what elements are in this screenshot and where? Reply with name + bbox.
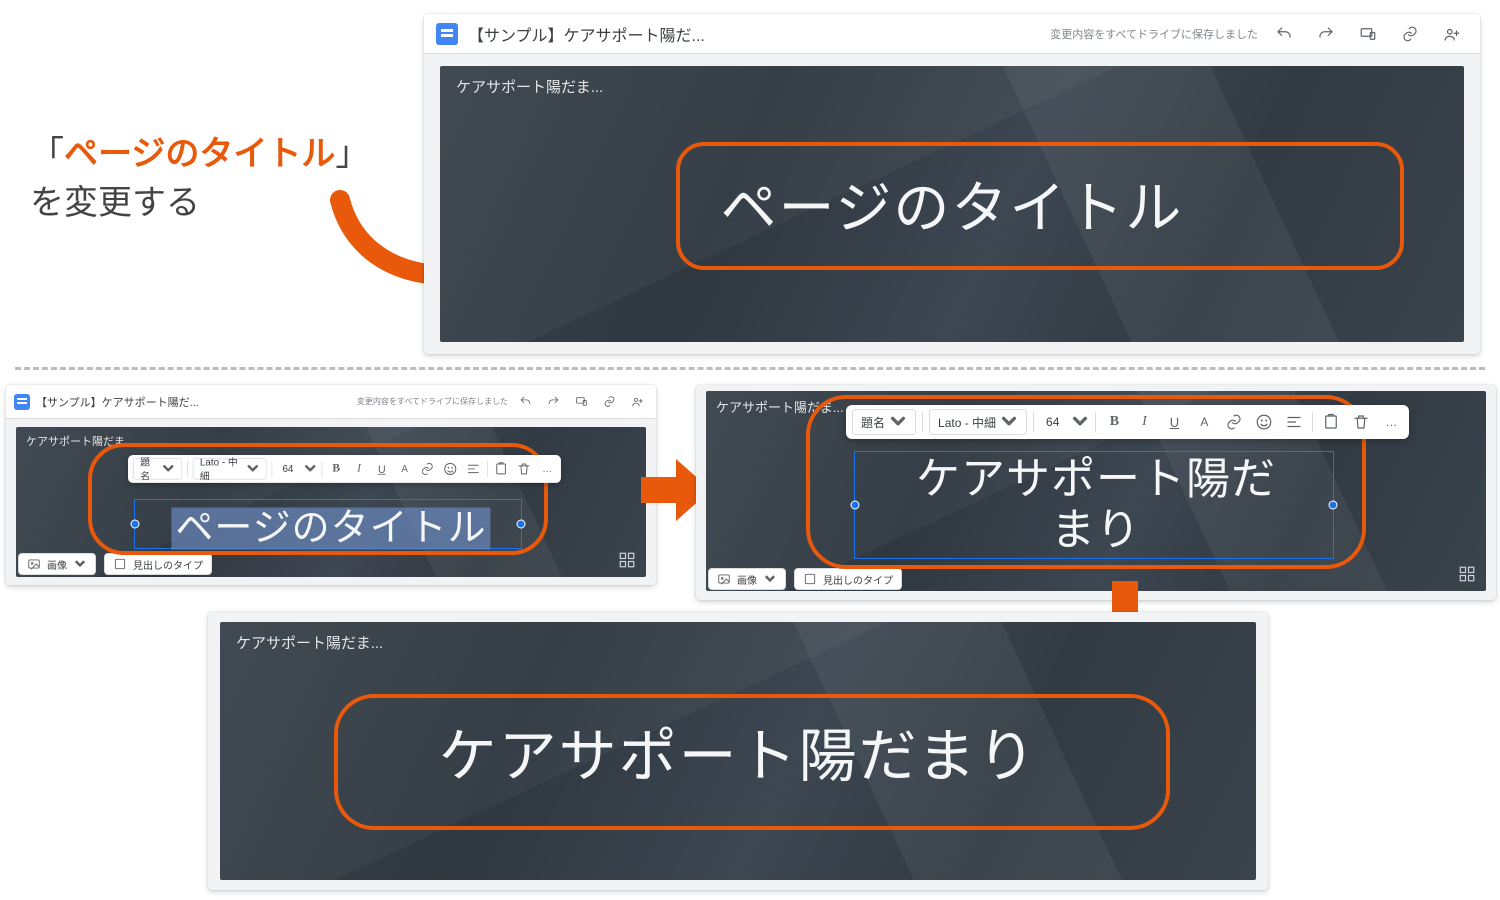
quote-close: 」 [335, 135, 369, 173]
section-bottom-bar: 画像 見出しのタイプ [708, 568, 902, 590]
canvas[interactable]: ケアサポート陽だま... ページのタイトル [424, 54, 1480, 354]
resize-handle-left[interactable] [131, 520, 140, 529]
divider [15, 367, 1485, 370]
text-color-button[interactable]: A [396, 458, 414, 479]
page-title-text[interactable]: ページのタイトル [171, 497, 490, 552]
emoji-button[interactable] [441, 458, 459, 479]
preview-icon[interactable] [1352, 18, 1384, 50]
delete-button[interactable] [515, 458, 533, 479]
preview-icon[interactable] [570, 391, 592, 413]
redo-icon[interactable] [542, 391, 564, 413]
editor-panel-3: ケアサポート陽だま... ケアサポート陽だ まり 題名 Lato - 中細 64… [696, 385, 1496, 600]
style-select[interactable]: 題名 [852, 409, 916, 435]
site-name[interactable]: ケアサポート陽だま... [236, 632, 383, 653]
page-title-text[interactable]: ページのタイトル [721, 164, 1184, 245]
link-icon[interactable] [1394, 18, 1426, 50]
share-icon[interactable] [1436, 18, 1468, 50]
site-name[interactable]: ケアサポート陽だま... [716, 397, 844, 416]
font-select[interactable]: Lato - 中細 [929, 409, 1027, 435]
section-settings-icon[interactable] [618, 551, 636, 569]
sites-logo-icon[interactable] [14, 394, 30, 410]
heading-type-button[interactable]: 見出しのタイプ [104, 553, 212, 575]
site-name[interactable]: ケアサポート陽だま... [456, 76, 603, 97]
canvas[interactable]: ケアサポート陽だま ページのタイトル 題名 Lato - 中細 64 B I U… [6, 419, 656, 585]
document-title[interactable]: 【サンプル】ケアサポート陽だ... [468, 22, 705, 46]
clear-format-button[interactable] [493, 458, 511, 479]
instruction-text: 「ページのタイトル」 を変更する [30, 130, 369, 229]
page-title-text[interactable]: ケアサポート陽だまり [439, 709, 1038, 793]
undo-icon[interactable] [1268, 18, 1300, 50]
emoji-button[interactable] [1252, 409, 1276, 435]
section-settings-icon[interactable] [1458, 565, 1476, 583]
italic-button[interactable]: I [1132, 409, 1156, 435]
image-button[interactable]: 画像 [18, 553, 96, 575]
font-select[interactable]: Lato - 中細 [193, 458, 267, 479]
align-button[interactable] [1282, 409, 1306, 435]
title-line1: ケアサポート陽だ [916, 454, 1276, 503]
section-bottom-bar: 画像 見出しのタイプ [18, 553, 212, 575]
share-icon[interactable] [626, 391, 648, 413]
underline-button[interactable]: U [373, 458, 391, 479]
editor-panel-4: ケアサポート陽だま... ケアサポート陽だまり [208, 612, 1268, 890]
clear-format-button[interactable] [1319, 409, 1343, 435]
link-icon[interactable] [598, 391, 620, 413]
hero-header[interactable]: ケアサポート陽だま... ケアサポート陽だまり [220, 622, 1256, 880]
text-format-toolbar: 題名 Lato - 中細 64 B I U A … [128, 455, 561, 483]
text-color-button[interactable]: A [1192, 409, 1216, 435]
heading-type-button[interactable]: 見出しのタイプ [794, 568, 902, 590]
document-title[interactable]: 【サンプル】ケアサポート陽だ... [36, 394, 199, 410]
delete-button[interactable] [1349, 409, 1373, 435]
topbar: 【サンプル】ケアサポート陽だ... 変更内容をすべてドライブに保存しました [6, 385, 656, 419]
bold-button[interactable]: B [327, 458, 345, 479]
instruction-rest: を変更する [30, 184, 200, 222]
font-size[interactable]: 64 [1040, 415, 1065, 429]
quote-open: 「 [30, 135, 64, 173]
editor-panel-2: 【サンプル】ケアサポート陽だ... 変更内容をすべてドライブに保存しました ケア… [6, 385, 656, 585]
italic-button[interactable]: I [350, 458, 368, 479]
title-line2: まり [1051, 505, 1141, 554]
page-title-text[interactable]: ケアサポート陽だ まり [765, 454, 1428, 555]
editor-panel-1: 【サンプル】ケアサポート陽だ... 変更内容をすべてドライブに保存しました ケア… [424, 14, 1480, 354]
undo-icon[interactable] [514, 391, 536, 413]
redo-icon[interactable] [1310, 18, 1342, 50]
more-button[interactable]: … [538, 458, 556, 479]
more-button[interactable]: … [1379, 409, 1403, 435]
insert-link-button[interactable] [418, 458, 436, 479]
instruction-highlight: ページのタイトル [64, 135, 335, 173]
resize-handle-right[interactable] [517, 520, 526, 529]
sites-logo-icon[interactable] [436, 23, 458, 45]
insert-link-button[interactable] [1222, 409, 1246, 435]
style-select[interactable]: 題名 [133, 458, 182, 479]
image-button[interactable]: 画像 [708, 568, 786, 590]
save-status: 変更内容をすべてドライブに保存しました [357, 396, 508, 407]
font-size[interactable]: 64 [278, 463, 299, 474]
underline-button[interactable]: U [1162, 409, 1186, 435]
selected-text: ページのタイトル [171, 508, 490, 550]
align-button[interactable] [464, 458, 482, 479]
hero-header[interactable]: ケアサポート陽だま... ページのタイトル [440, 66, 1464, 342]
topbar: 【サンプル】ケアサポート陽だ... 変更内容をすべてドライブに保存しました [424, 14, 1480, 54]
site-name[interactable]: ケアサポート陽だま [26, 433, 125, 449]
canvas[interactable]: ケアサポート陽だま... ケアサポート陽だ まり 題名 Lato - 中細 64… [696, 385, 1496, 600]
bold-button[interactable]: B [1102, 409, 1126, 435]
text-format-toolbar: 題名 Lato - 中細 64 B I U A … [846, 405, 1409, 439]
save-status: 変更内容をすべてドライブに保存しました [1050, 26, 1258, 42]
